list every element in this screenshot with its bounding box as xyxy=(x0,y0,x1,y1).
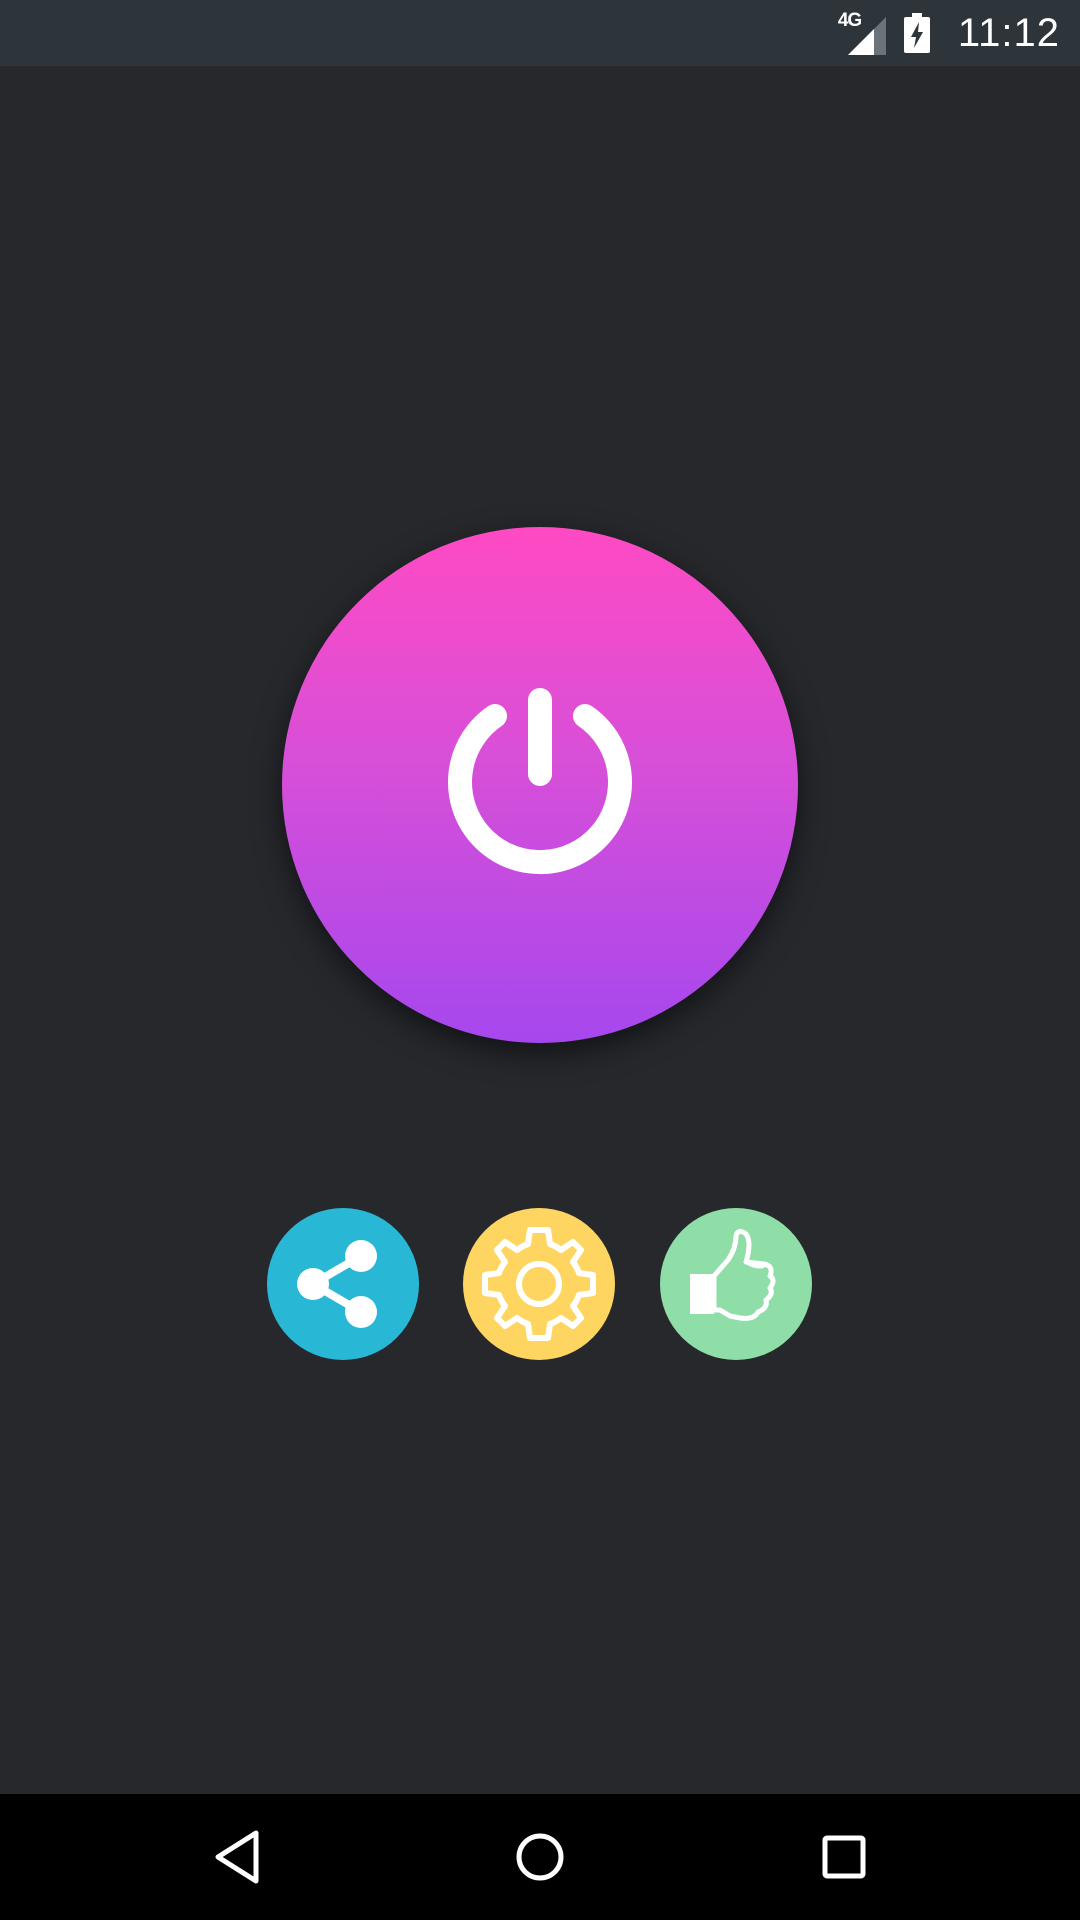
battery-charging-icon xyxy=(903,13,930,53)
back-triangle-icon xyxy=(215,1830,259,1884)
settings-button[interactable] xyxy=(463,1208,615,1360)
home-button[interactable] xyxy=(502,1819,578,1895)
network-indicator: 4G xyxy=(838,11,886,55)
home-circle-icon xyxy=(516,1833,564,1881)
back-button[interactable] xyxy=(202,1819,278,1895)
status-icons: 4G 11:12 xyxy=(838,0,1060,66)
share-icon xyxy=(297,1240,377,1328)
power-button[interactable] xyxy=(282,527,798,1043)
navigation-bar xyxy=(0,1794,1080,1920)
recents-square-icon xyxy=(822,1835,866,1879)
recents-button[interactable] xyxy=(806,1819,882,1895)
app-screen: 4G 11:12 xyxy=(0,0,1080,1920)
gear-icon xyxy=(482,1227,596,1341)
power-icon xyxy=(448,688,632,875)
like-button[interactable] xyxy=(660,1208,812,1360)
thumbs-up-icon xyxy=(690,1228,776,1321)
status-clock: 11:12 xyxy=(957,10,1060,55)
status-bar: 4G 11:12 xyxy=(0,0,1080,66)
share-button[interactable] xyxy=(267,1208,419,1360)
signal-strength-icon xyxy=(847,17,886,55)
